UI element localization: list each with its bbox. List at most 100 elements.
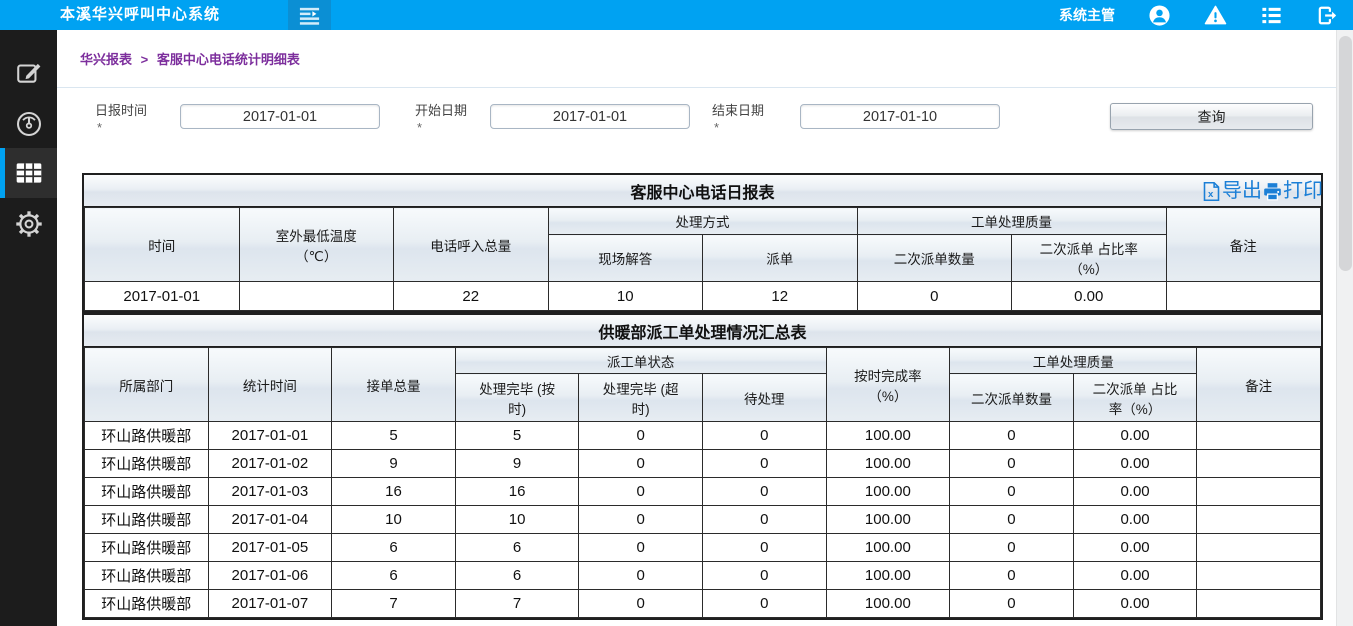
table2-cell: 0 <box>950 534 1074 562</box>
table2-row: 环山路供暖部2017-01-077700100.0000.00 <box>85 590 1321 618</box>
table2-cell: 0.00 <box>1073 506 1197 534</box>
daily-date-label: 日报时间 * <box>95 102 147 136</box>
table2-cell: 5 <box>455 422 579 450</box>
table2-cell: 0 <box>950 590 1074 618</box>
current-user-label[interactable]: 系统主管 <box>1059 5 1115 25</box>
logout-icon[interactable] <box>1316 4 1339 27</box>
task-list-icon[interactable] <box>1260 4 1283 27</box>
col-header: 电话呼入总量 <box>394 208 549 282</box>
export-button[interactable]: x 导出 <box>1201 181 1262 202</box>
col-header: 二次派单数量 <box>857 235 1012 282</box>
required-asterisk: * <box>712 119 764 136</box>
col-header: 待处理 <box>702 374 826 422</box>
table2-cell: 100.00 <box>826 422 950 450</box>
col-header: 接单总量 <box>332 348 456 422</box>
table2-cell: 0 <box>702 450 826 478</box>
table2-cell: 100.00 <box>826 562 950 590</box>
table1-cell <box>1166 282 1321 311</box>
table2-cell: 16 <box>332 478 456 506</box>
breadcrumb: 华兴报表 > 客服中心电话统计明细表 <box>80 49 300 68</box>
table2-cell: 0 <box>579 422 703 450</box>
table2-cell <box>1197 506 1321 534</box>
hamburger-icon <box>298 4 321 27</box>
table2-cell: 2017-01-06 <box>208 562 332 590</box>
table2-cell: 0 <box>950 478 1074 506</box>
app-title: 本溪华兴呼叫中心系统 <box>60 0 220 30</box>
topbar-right-cluster: 系统主管 <box>1059 0 1339 30</box>
table2-cell: 0.00 <box>1073 590 1197 618</box>
sidebar-item-reports[interactable] <box>0 148 57 198</box>
table2-cell: 环山路供暖部 <box>85 422 209 450</box>
sidebar-item-dashboard[interactable] <box>0 99 57 149</box>
table2-cell: 环山路供暖部 <box>85 450 209 478</box>
sidebar-item-edit[interactable] <box>0 47 57 97</box>
user-profile-icon[interactable] <box>1148 4 1171 27</box>
scrollbar-thumb[interactable] <box>1339 36 1352 271</box>
table2-cell: 0 <box>702 422 826 450</box>
end-date-label: 结束日期 * <box>712 102 764 136</box>
table2-cell <box>1197 450 1321 478</box>
table1-cell: 22 <box>394 282 549 311</box>
col-header: 时间 <box>85 208 240 282</box>
print-button[interactable]: 打印 <box>1262 181 1323 202</box>
menu-toggle-button[interactable] <box>288 0 331 30</box>
table2-row: 环山路供暖部2017-01-04101000100.0000.00 <box>85 506 1321 534</box>
heating-summary-table-block: 供暖部派工单处理情况汇总表 所属部门 统计时间 接单总量 派工单状态 按时完成率… <box>82 313 1323 620</box>
table1-cell: 10 <box>548 282 703 311</box>
table2-row: 环山路供暖部2017-01-066600100.0000.00 <box>85 562 1321 590</box>
table2-cell: 0 <box>950 506 1074 534</box>
start-date-input[interactable] <box>490 104 690 129</box>
col-header: 二次派单数量 <box>950 374 1074 422</box>
reports-grid-icon <box>14 159 44 187</box>
col-header: 现场解答 <box>548 235 703 282</box>
table2-cell <box>1197 562 1321 590</box>
edit-icon <box>15 58 43 86</box>
col-group-header: 工单处理质量 <box>950 348 1197 374</box>
heating-summary-table: 所属部门 统计时间 接单总量 派工单状态 按时完成率 （%） 工单处理质量 备注… <box>84 347 1321 618</box>
svg-text:x: x <box>1208 188 1214 199</box>
col-header: 统计时间 <box>208 348 332 422</box>
table2-row: 环山路供暖部2017-01-015500100.0000.00 <box>85 422 1321 450</box>
table2-cell: 0.00 <box>1073 450 1197 478</box>
table2-cell: 10 <box>332 506 456 534</box>
table2-cell: 9 <box>455 450 579 478</box>
table2-cell: 0.00 <box>1073 422 1197 450</box>
table2-cell: 100.00 <box>826 478 950 506</box>
table2-cell: 环山路供暖部 <box>85 534 209 562</box>
table2-cell: 100.00 <box>826 506 950 534</box>
table1-cell: 0 <box>857 282 1012 311</box>
table2-cell: 100.00 <box>826 534 950 562</box>
col-header: 备注 <box>1197 348 1321 422</box>
table1-cell <box>239 282 394 311</box>
table2-cell <box>1197 422 1321 450</box>
col-group-header: 处理方式 <box>548 208 857 235</box>
left-sidebar <box>0 30 57 626</box>
alert-warning-icon[interactable] <box>1204 4 1227 27</box>
table2-cell: 0 <box>579 450 703 478</box>
breadcrumb-separator: > <box>141 52 149 67</box>
table2-cell: 16 <box>455 478 579 506</box>
table2-cell: 9 <box>332 450 456 478</box>
col-header: 派单 <box>703 235 858 282</box>
table2-cell: 6 <box>455 562 579 590</box>
breadcrumb-bar: 华兴报表 > 客服中心电话统计明细表 <box>57 30 1353 88</box>
query-button[interactable]: 查询 <box>1110 103 1313 130</box>
table2-cell: 0 <box>702 590 826 618</box>
table2-cell: 0 <box>702 506 826 534</box>
table2-cell: 2017-01-01 <box>208 422 332 450</box>
table2-cell: 0 <box>950 450 1074 478</box>
table2-cell: 0 <box>579 478 703 506</box>
table2-cell: 0 <box>950 422 1074 450</box>
breadcrumb-parent[interactable]: 华兴报表 <box>80 52 132 67</box>
table1-cell: 0.00 <box>1012 282 1167 311</box>
table2-cell: 7 <box>455 590 579 618</box>
table2-cell: 6 <box>332 534 456 562</box>
table1-title: 客服中心电话日报表 <box>630 179 774 203</box>
sidebar-item-settings[interactable] <box>0 199 57 249</box>
table2-cell: 0 <box>579 534 703 562</box>
end-date-input[interactable] <box>800 104 1000 129</box>
table2-cell: 2017-01-04 <box>208 506 332 534</box>
dashboard-gauge-icon <box>15 110 43 138</box>
top-bar: 本溪华兴呼叫中心系统 系统主管 <box>0 0 1353 30</box>
daily-date-input[interactable] <box>180 104 380 129</box>
